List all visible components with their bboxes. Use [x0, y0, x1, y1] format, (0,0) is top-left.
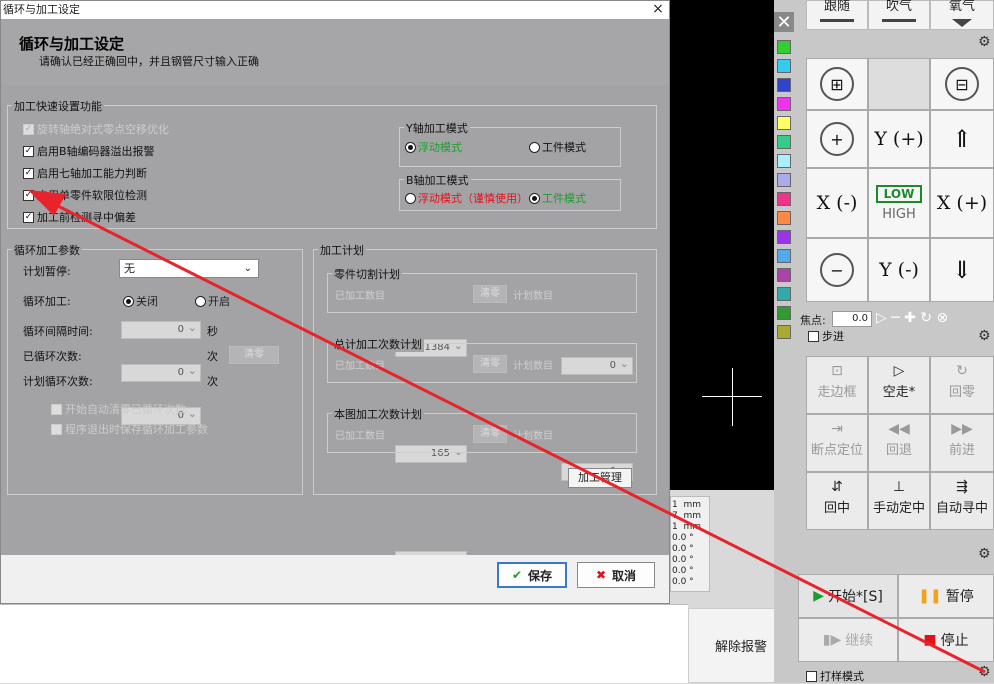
arrow-head — [28, 190, 66, 216]
annotation-arrow — [28, 190, 986, 674]
arrow-shaft — [45, 198, 986, 674]
